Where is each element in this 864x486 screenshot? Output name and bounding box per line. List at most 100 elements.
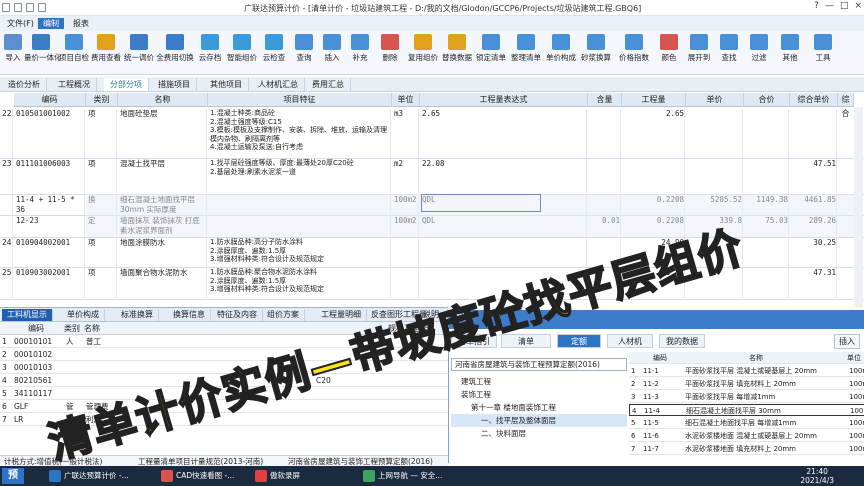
grid-cell-code[interactable]: 11-4 + 11-5 * 36 [16,195,85,214]
menu-file[interactable]: 文件(F) [2,18,39,29]
query-tab-5[interactable]: 我的数据 [659,334,705,348]
resource-tab-5[interactable]: 特征及内容 [212,309,263,321]
grid-header-2[interactable]: 类别 [86,93,118,107]
grid-cell-code[interactable]: 12-23 [16,216,85,236]
taskbar-item-1[interactable]: 广联达预算计价 -... [46,468,152,484]
tab-3[interactable]: 分部分项 [104,78,149,91]
close-button[interactable]: × [854,1,862,11]
toolbar-button-6[interactable]: 全费用切换 [156,34,194,63]
grid-cell-feature[interactable]: 1.防水膜品种:高分子防水涂料 2.涂膜厚度、遍数:1.5厚 3.增强材料种类:… [210,238,391,266]
grid-cell-code[interactable]: 010903002001 [16,268,85,298]
grid-cell-expr[interactable]: 22.08 [422,159,587,193]
quick-access-toolbar[interactable] [2,3,46,12]
toolbar-button-23[interactable]: 查找 [714,34,744,63]
quota-row[interactable]: 1 11-1 平面砂浆找平层 混凝土或硬基层上 20mm 100m [629,365,864,377]
grid-header-3[interactable]: 名称 [118,93,208,107]
resource-tab-3[interactable]: 标准换算 [116,309,159,321]
taskbar-item-2[interactable]: CAD快速看图 -... [158,468,248,484]
quota-row[interactable]: 6 11-6 水泥砂浆楼地面 混凝土或硬基层上 20mm 100m [629,430,864,442]
quota-row[interactable]: 4 11-4 细石混凝土地面找平层 30mm 100m [629,404,864,416]
grid-header-5[interactable]: 单位 [392,93,420,107]
toolbar-button-16[interactable]: 锁定清单 [474,34,508,63]
toolbar-button-25[interactable]: 其他 [774,34,806,63]
tree-node[interactable]: 装饰工程 [451,388,627,401]
toolbar-button-15[interactable]: 替换数据 [440,34,474,63]
grid-cell-unit[interactable] [394,268,419,298]
grid-cell-feature[interactable]: 1.找平层砼强度等级、厚度:最薄处20厚C20砼 2.基层处理:刷素水泥浆一道 [210,159,391,193]
quota-library-select[interactable]: 河南省房屋建筑与装饰工程预算定额(2016) [451,358,627,371]
grid-cell-total[interactable] [746,268,789,298]
grid-cell-total[interactable] [746,109,789,157]
start-icon[interactable]: 预 [2,468,24,484]
toolbar-button-20[interactable]: 价格指数 [614,34,654,63]
undo-icon[interactable] [26,3,34,12]
quota-row[interactable]: 5 11-5 细石混凝土地面找平层 每增减1mm 100m [629,417,864,429]
grid-cell-name[interactable]: 地面砼垫层 [120,109,207,157]
insert-button[interactable]: 插入 [834,334,860,349]
taskbar-item-3[interactable]: 傲软录屏 [252,468,322,484]
grid-cell-no[interactable]: 22 [2,109,13,157]
grid-header-8[interactable]: 工程量 [622,93,686,107]
grid-cell-total[interactable] [746,159,789,193]
grid-cell-price[interactable] [688,109,743,157]
grid-cell-feature[interactable]: 1.防水膜品种:聚合物水泥防水涂料 2.涂膜厚度、遍数:1.5厚 3.增强材料种… [210,268,391,298]
grid-cell-content[interactable] [590,159,621,193]
quota-row[interactable]: 3 11-3 平面砂浆找平层 每增减1mm 100m [629,391,864,403]
toolbar-button-2[interactable]: 量价一体化 [24,34,62,63]
tab-6[interactable]: 人材机汇总 [252,78,305,91]
grid-cell-type[interactable]: 项 [88,238,117,266]
grid-cell-type[interactable]: 项 [88,159,117,193]
toolbar-button-4[interactable]: 费用查看 [90,34,122,63]
help-button[interactable]: ? [814,1,819,11]
expr-input-box[interactable] [421,194,541,212]
maximize-button[interactable]: □ [840,1,849,11]
tree-node[interactable]: 第十一章 楼地面装饰工程 [451,401,627,414]
grid-header-6[interactable]: 工程量表达式 [420,93,588,107]
taskbar-item-4[interactable]: 上网导航 — 安全... [360,468,456,484]
toolbar-button-13[interactable]: 删除 [374,34,406,63]
minimize-button[interactable]: — [825,1,834,11]
grid-cell-code[interactable]: 010904002001 [16,238,85,266]
tab-5[interactable]: 其他项目 [204,78,249,91]
grid-header-11[interactable]: 综合单价 [790,93,838,107]
toolbar-button-7[interactable]: 云存档 [194,34,226,63]
grid-cell-qty[interactable]: 2.65 [624,109,685,157]
grid-cell-name[interactable]: 混凝土找平层 [120,159,207,193]
tree-node[interactable]: 建筑工程 [451,375,627,388]
resource-tab-2[interactable]: 单价构成 [62,309,105,321]
grid-cell-name[interactable]: 墙面聚合物水泥防水 [120,268,207,298]
grid-cell-uprice[interactable] [792,109,837,157]
toolbar-button-10[interactable]: 查询 [290,34,318,63]
toolbar-button-9[interactable]: 云检查 [258,34,290,63]
toolbar-button-1[interactable]: 导入 [0,34,26,63]
grid-cell-uprice[interactable]: 47.31 [792,268,837,298]
resource-tab-1[interactable]: 工料机显示 [2,309,53,321]
grid-scrollbar[interactable] [854,107,863,307]
grid-cell-feature[interactable]: 1.混凝土种类:商品砼 2.混凝土强度等级:C15 3.模板:模板及支撑制作、安… [210,109,391,157]
toolbar-button-19[interactable]: 砂浆换算 [578,34,614,63]
save-icon[interactable] [14,3,22,12]
toolbar-button-18[interactable]: 单价构成 [544,34,578,63]
grid-cell-unit[interactable]: m3 [394,109,419,157]
tab-4[interactable]: 措施项目 [152,78,197,91]
grid-header-9[interactable]: 单价 [686,93,744,107]
tab-2[interactable]: 工程概况 [52,78,97,91]
quota-row[interactable]: 2 11-2 平面砂浆找平层 填充材料上 20mm 100m [629,378,864,390]
quota-row[interactable]: 7 11-7 水泥砂浆楼地面 填充材料上 20mm 100m [629,443,864,455]
toolbar-button-22[interactable]: 展开到 [684,34,714,63]
grid-cell-name[interactable]: 地面涂膜防水 [120,238,207,266]
resource-tab-6[interactable]: 组价方案 [262,309,305,321]
grid-cell-no[interactable]: 24 [2,238,13,266]
grid-header-1[interactable]: 编码 [14,93,86,107]
grid-cell-no[interactable] [2,216,13,236]
tab-7[interactable]: 费用汇总 [306,78,351,91]
menu-edit[interactable]: 编制 [38,18,64,29]
grid-cell-no[interactable] [2,195,13,214]
grid-cell-code[interactable]: 010501001002 [16,109,85,157]
toolbar-button-11[interactable]: 插入 [318,34,346,63]
toolbar-button-14[interactable]: 复用组价 [406,34,440,63]
redo-icon[interactable] [38,3,46,12]
grid-cell-total[interactable] [746,238,789,266]
menu-report[interactable]: 报表 [68,18,94,29]
grid-cell-uprice[interactable]: 47.51 [792,159,837,193]
